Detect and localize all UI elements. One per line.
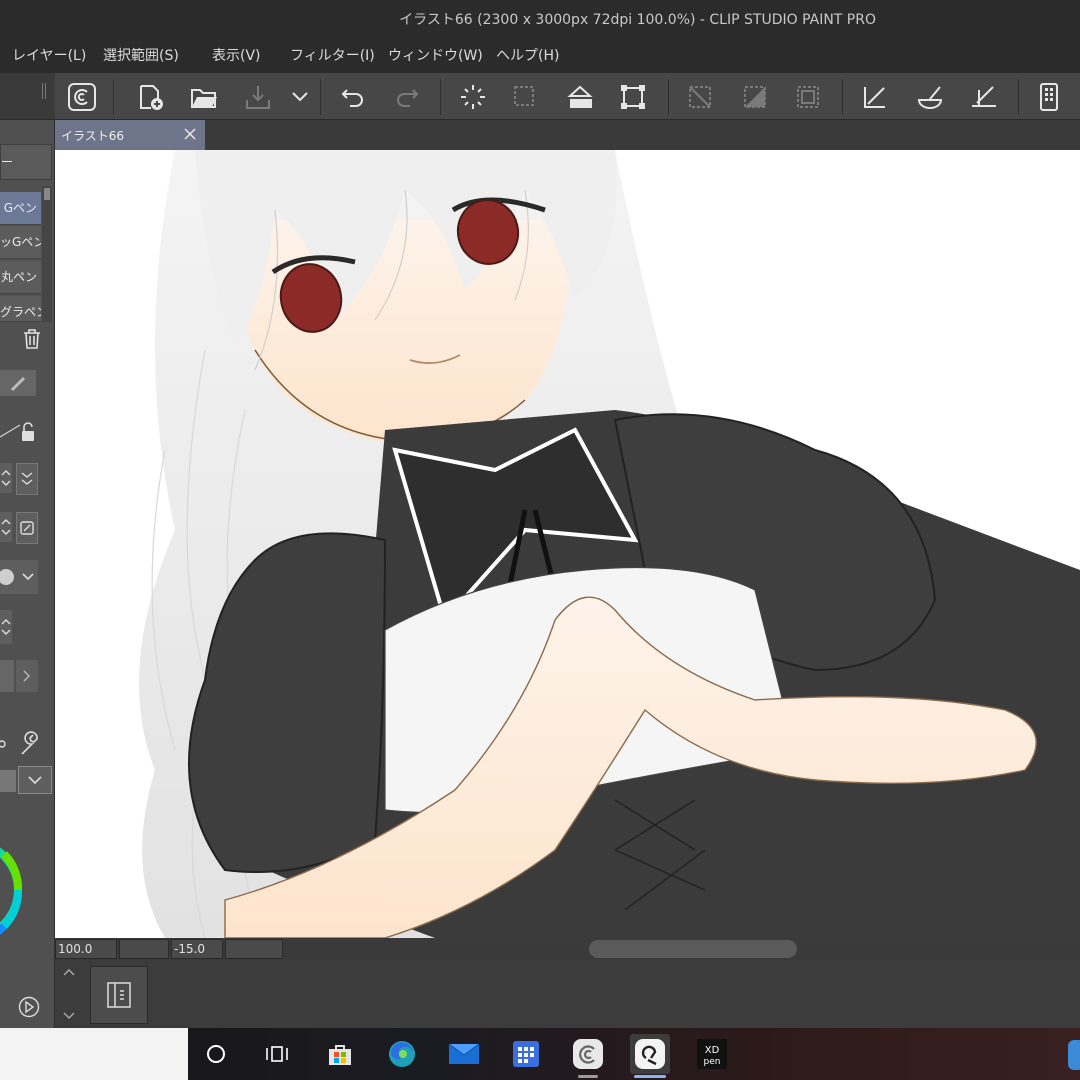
subtool-group-tab[interactable]: ー: [0, 144, 52, 180]
title-bar: イラスト66 (2300 x 3000px 72dpi 100.0%) - CL…: [0, 0, 1080, 36]
scrollbar-thumb[interactable]: [44, 188, 50, 200]
edge-icon[interactable]: [382, 1034, 422, 1074]
redo-icon[interactable]: [389, 79, 425, 115]
invert-selection-icon[interactable]: [737, 79, 773, 115]
status-bar: 100.0 -15.0: [55, 938, 1080, 960]
window-title: イラスト66 (2300 x 3000px 72dpi 100.0%) - CL…: [399, 12, 876, 28]
chevron-down-icon[interactable]: [18, 766, 52, 794]
command-bar: [0, 72, 1080, 120]
subtool-scrollbar[interactable]: [42, 186, 52, 322]
chevron-down-icon[interactable]: [282, 79, 318, 115]
zoom-value: 100.0: [58, 942, 93, 956]
menu-filter[interactable]: フィルター(I): [290, 45, 375, 65]
open-folder-icon[interactable]: [186, 79, 222, 115]
panel-icon-button[interactable]: [90, 966, 148, 1024]
chevron-right-icon[interactable]: [16, 660, 38, 692]
search-box[interactable]: [0, 1028, 188, 1080]
color-panel-tab[interactable]: [0, 770, 16, 792]
chevron-up-icon[interactable]: [61, 964, 77, 983]
tablet-icon[interactable]: [1031, 79, 1067, 115]
play-icon[interactable]: [18, 996, 40, 1022]
store-icon[interactable]: [320, 1034, 360, 1074]
size-spinner[interactable]: [0, 463, 12, 493]
bottom-panel: [55, 960, 1080, 1028]
subtool-round-pen[interactable]: 丸ペン: [0, 261, 41, 294]
fill-icon[interactable]: [563, 79, 599, 115]
color-wheel[interactable]: [0, 810, 40, 964]
clip-studio-icon[interactable]: [568, 1034, 608, 1078]
subtool-rough-g-pen[interactable]: ッGペン: [0, 226, 41, 259]
spacing-spinner[interactable]: [0, 610, 12, 644]
value-field[interactable]: [0, 660, 14, 692]
svg-text:pen: pen: [704, 1057, 721, 1067]
taskbar: XD pen: [0, 1028, 1080, 1080]
transform-icon[interactable]: [615, 79, 651, 115]
menu-selection[interactable]: 選択範囲(S): [103, 45, 179, 65]
special-ruler-icon[interactable]: [966, 79, 1002, 115]
subtool-group-label: ー: [1, 155, 14, 169]
panel-header: [0, 73, 55, 119]
opacity-toggle-icon[interactable]: [16, 512, 38, 544]
angle-value: -15.0: [174, 942, 206, 956]
angle-slider[interactable]: [225, 939, 283, 959]
menu-help[interactable]: ヘルプ(H): [496, 45, 559, 65]
pressure-toggle-icon[interactable]: [16, 463, 38, 495]
grip-icon[interactable]: [42, 83, 46, 99]
horizontal-scrollbar-thumb[interactable]: [589, 940, 797, 958]
clip-studio-paint-icon[interactable]: [630, 1034, 670, 1078]
menu-layer[interactable]: レイヤー(L): [12, 45, 86, 65]
hide-selection-icon[interactable]: [682, 79, 718, 115]
brush-snap-icon[interactable]: [912, 79, 948, 115]
deselect-icon[interactable]: [507, 79, 543, 115]
tab-document[interactable]: イラスト66: [55, 120, 205, 150]
document-tabs: イラスト66: [55, 120, 1080, 150]
tool-property-tab[interactable]: [0, 370, 36, 396]
trash-icon[interactable]: [22, 328, 42, 354]
close-icon[interactable]: [181, 124, 199, 147]
menu-view[interactable]: 表示(V): [212, 45, 261, 65]
tray-icon[interactable]: [1068, 1040, 1080, 1070]
zoom-field[interactable]: 100.0: [55, 939, 117, 959]
calendar-icon[interactable]: [506, 1034, 546, 1074]
settings-wrench-icon[interactable]: [0, 730, 46, 762]
svg-text:XD: XD: [705, 1045, 720, 1056]
menu-window[interactable]: ウィンドウ(W): [388, 45, 483, 65]
pen-pressure-icon[interactable]: [0, 415, 40, 453]
ruler-snap-icon[interactable]: [857, 79, 893, 115]
left-panel: ー Gペン ッGペン 丸ペン グラペン: [0, 120, 55, 1028]
illustration: [139, 150, 1080, 938]
cortana-icon[interactable]: [196, 1034, 236, 1074]
menu-bar: レイヤー(L) 選択範囲(S) 表示(V) フィルター(I) ウィンドウ(W) …: [0, 36, 1080, 72]
tab-title: イラスト66: [61, 129, 125, 143]
clear-icon[interactable]: [455, 79, 491, 115]
task-view-icon[interactable]: [257, 1034, 297, 1074]
opacity-spinner[interactable]: [0, 512, 12, 542]
mail-icon[interactable]: [444, 1034, 484, 1074]
zoom-slider[interactable]: [119, 939, 169, 959]
subtool-gradient-pen[interactable]: グラペン: [0, 296, 41, 322]
new-file-icon[interactable]: [132, 79, 168, 115]
brush-shape-dropdown[interactable]: [0, 560, 38, 594]
drawing-canvas[interactable]: [55, 150, 1080, 938]
undo-icon[interactable]: [335, 79, 371, 115]
clip-studio-icon[interactable]: [64, 79, 100, 115]
angle-field[interactable]: -15.0: [171, 939, 223, 959]
subtool-g-pen[interactable]: Gペン: [0, 192, 41, 225]
border-selection-icon[interactable]: [790, 79, 826, 115]
save-icon[interactable]: [240, 79, 276, 115]
xp-pen-icon[interactable]: XD pen: [692, 1034, 732, 1074]
chevron-down-icon[interactable]: [61, 1008, 77, 1027]
